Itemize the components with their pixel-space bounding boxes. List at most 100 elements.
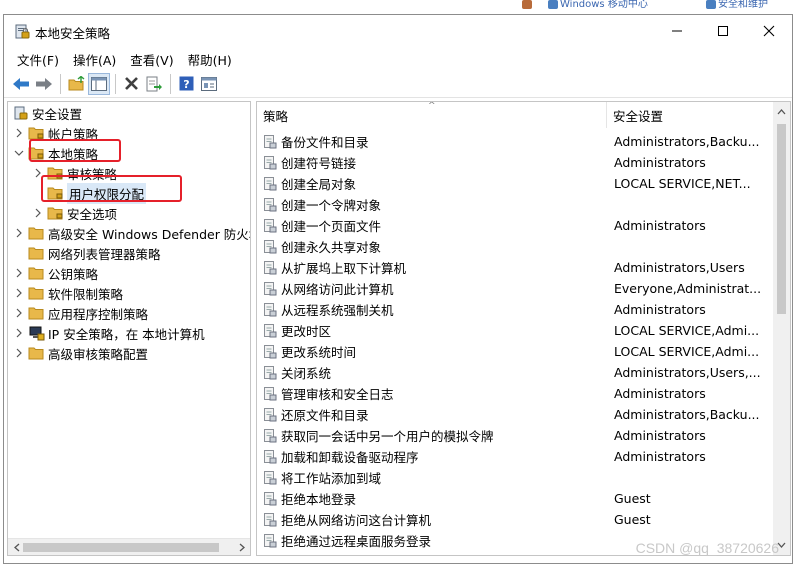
properties-icon bbox=[201, 76, 217, 91]
tree-item-defender-firewall[interactable]: 高级安全 Windows Defender 防火墙 bbox=[13, 223, 250, 243]
tree-item-local-policies[interactable]: 本地策略 bbox=[13, 143, 250, 163]
list-vertical-scrollbar[interactable] bbox=[773, 102, 790, 555]
properties-button[interactable] bbox=[198, 73, 220, 95]
forward-button[interactable] bbox=[33, 73, 55, 95]
svg-text:?: ? bbox=[183, 78, 189, 91]
scroll-up-icon[interactable] bbox=[776, 106, 787, 117]
back-button[interactable] bbox=[10, 73, 32, 95]
maximize-button[interactable] bbox=[700, 15, 746, 47]
scroll-thumb[interactable] bbox=[777, 124, 786, 314]
watermark: CSDN @qq_38720626 bbox=[635, 540, 779, 556]
policy-setting: Administrators,Backu... bbox=[614, 134, 760, 149]
close-icon bbox=[763, 25, 775, 37]
policy-row[interactable]: 从扩展坞上取下计算机 Administrators,Users bbox=[257, 257, 773, 278]
tree-item-ip-security[interactable]: IP 安全策略，在 本地计算机 bbox=[13, 323, 250, 343]
title-bar[interactable]: 本地安全策略 bbox=[4, 15, 792, 47]
background-window-fragment: Windows 移动中心 安全和维护 bbox=[0, 0, 793, 14]
policy-row[interactable]: 备份文件和目录 Administrators,Backu... bbox=[257, 131, 773, 152]
policy-row[interactable]: 拒绝从网络访问这台计算机 Guest bbox=[257, 509, 773, 530]
chevron-right-icon[interactable] bbox=[13, 287, 25, 299]
menu-file[interactable]: 文件(F) bbox=[10, 48, 66, 69]
tree-item-user-rights-assignment[interactable]: 用户权限分配 bbox=[47, 182, 250, 204]
chevron-right-icon[interactable] bbox=[13, 347, 25, 359]
chevron-right-icon[interactable] bbox=[13, 227, 25, 239]
policy-row[interactable]: 创建一个页面文件 Administrators bbox=[257, 215, 773, 236]
policy-row[interactable]: 关闭系统 Administrators,Users,... bbox=[257, 362, 773, 383]
policy-icon bbox=[263, 554, 277, 555]
close-button[interactable] bbox=[746, 15, 792, 47]
export-icon bbox=[146, 76, 162, 91]
policy-row[interactable]: 还原文件和目录 Administrators,Backu... bbox=[257, 404, 773, 425]
chevron-down-icon[interactable] bbox=[13, 147, 25, 159]
policy-row[interactable]: 更改系统时间 LOCAL SERVICE,Admi... bbox=[257, 341, 773, 362]
minimize-button[interactable] bbox=[654, 15, 700, 47]
toolbar-separator bbox=[60, 73, 61, 94]
tree-label: 应用程序控制策略 bbox=[48, 306, 149, 322]
policy-row[interactable]: 从网络访问此计算机 Everyone,Administrat... bbox=[257, 278, 773, 299]
tree-item-public-key-policies[interactable]: 公钥策略 bbox=[13, 263, 250, 283]
policy-row[interactable]: 从远程系统强制关机 Administrators bbox=[257, 299, 773, 320]
scroll-thumb[interactable] bbox=[23, 543, 219, 552]
menu-action[interactable]: 操作(A) bbox=[66, 48, 123, 69]
policy-icon bbox=[263, 449, 277, 464]
policy-row[interactable]: 创建全局对象 LOCAL SERVICE,NET... bbox=[257, 173, 773, 194]
tree-item-audit-policy[interactable]: 审核策略 bbox=[32, 163, 250, 183]
policy-name: 更改时区 bbox=[281, 324, 332, 339]
tree-item-network-list-manager[interactable]: 网络列表管理器策略 bbox=[28, 243, 250, 263]
policy-row[interactable]: 获取同一会话中另一个用户的模拟令牌 Administrators bbox=[257, 425, 773, 446]
tree-horizontal-scrollbar[interactable] bbox=[8, 538, 250, 555]
folder-lock-icon bbox=[28, 126, 45, 141]
chevron-right-icon[interactable] bbox=[13, 327, 25, 339]
chevron-right-icon[interactable] bbox=[13, 127, 25, 139]
delete-button[interactable] bbox=[120, 73, 142, 95]
chevron-right-icon[interactable] bbox=[32, 167, 44, 179]
scroll-left-icon[interactable] bbox=[10, 542, 22, 553]
tree-item-software-restriction[interactable]: 软件限制策略 bbox=[13, 283, 250, 303]
folder-icon bbox=[28, 306, 45, 321]
policy-row[interactable]: 将工作站添加到域 bbox=[257, 467, 773, 488]
app-icon bbox=[14, 24, 30, 40]
policy-list-pane[interactable]: 策略 ^ 安全设置 备份文件和目录 Administrators,Backu...… bbox=[256, 101, 791, 556]
policy-row[interactable]: 加载和卸载设备驱动程序 Administrators bbox=[257, 446, 773, 467]
policy-row[interactable]: 创建符号链接 Administrators bbox=[257, 152, 773, 173]
policy-name: 更改系统时间 bbox=[281, 345, 357, 360]
policy-row[interactable]: 管理审核和安全日志 Administrators bbox=[257, 383, 773, 404]
policy-name: 创建符号链接 bbox=[281, 156, 357, 171]
menu-view[interactable]: 查看(V) bbox=[123, 48, 180, 69]
security-settings-icon bbox=[12, 106, 29, 121]
folder-lock-icon bbox=[47, 186, 64, 201]
policy-icon bbox=[263, 470, 277, 485]
scroll-right-icon[interactable] bbox=[236, 542, 248, 553]
tree-item-advanced-audit[interactable]: 高级审核策略配置 bbox=[13, 343, 250, 363]
tree-pane[interactable]: 安全设置 帐户策略 本地策略 审核策略 用户权限分配 安全选项 高级安全 Win… bbox=[7, 101, 251, 556]
policy-row[interactable]: 更改时区 LOCAL SERVICE,Admi... bbox=[257, 320, 773, 341]
chevron-right-icon[interactable] bbox=[13, 267, 25, 279]
policy-setting: Administrators bbox=[614, 386, 706, 401]
tree-item-security-options[interactable]: 安全选项 bbox=[32, 203, 250, 223]
column-header-security-setting[interactable]: 安全设置 bbox=[607, 102, 773, 128]
tree-label: IP 安全策略，在 本地计算机 bbox=[48, 326, 205, 342]
tree-item-application-control[interactable]: 应用程序控制策略 bbox=[13, 303, 250, 323]
tree-label: 本地策略 bbox=[48, 146, 99, 162]
menu-help[interactable]: 帮助(H) bbox=[181, 48, 239, 69]
policy-row[interactable]: 创建永久共享对象 bbox=[257, 236, 773, 257]
column-header-policy[interactable]: 策略 ^ bbox=[257, 102, 607, 128]
policy-row[interactable]: 拒绝本地登录 Guest bbox=[257, 488, 773, 509]
chevron-right-icon[interactable] bbox=[32, 207, 44, 219]
policy-icon bbox=[263, 491, 277, 506]
up-folder-button[interactable] bbox=[65, 73, 87, 95]
export-button[interactable] bbox=[143, 73, 165, 95]
folder-icon bbox=[28, 226, 45, 241]
policy-row[interactable]: 创建一个令牌对象 bbox=[257, 194, 773, 215]
show-tree-button[interactable] bbox=[88, 72, 110, 95]
chevron-right-icon[interactable] bbox=[13, 307, 25, 319]
help-button[interactable]: ? bbox=[175, 73, 197, 95]
tree-root[interactable]: 安全设置 bbox=[12, 103, 250, 123]
column-header-label: 策略 bbox=[263, 108, 289, 124]
tree-item-account-policies[interactable]: 帐户策略 bbox=[13, 123, 250, 143]
policy-setting: Administrators bbox=[614, 449, 706, 464]
policy-icon bbox=[263, 239, 277, 254]
policy-icon bbox=[263, 176, 277, 191]
policy-setting: Administrators bbox=[614, 155, 706, 170]
menu-bar: 文件(F) 操作(A) 查看(V) 帮助(H) bbox=[4, 48, 792, 69]
